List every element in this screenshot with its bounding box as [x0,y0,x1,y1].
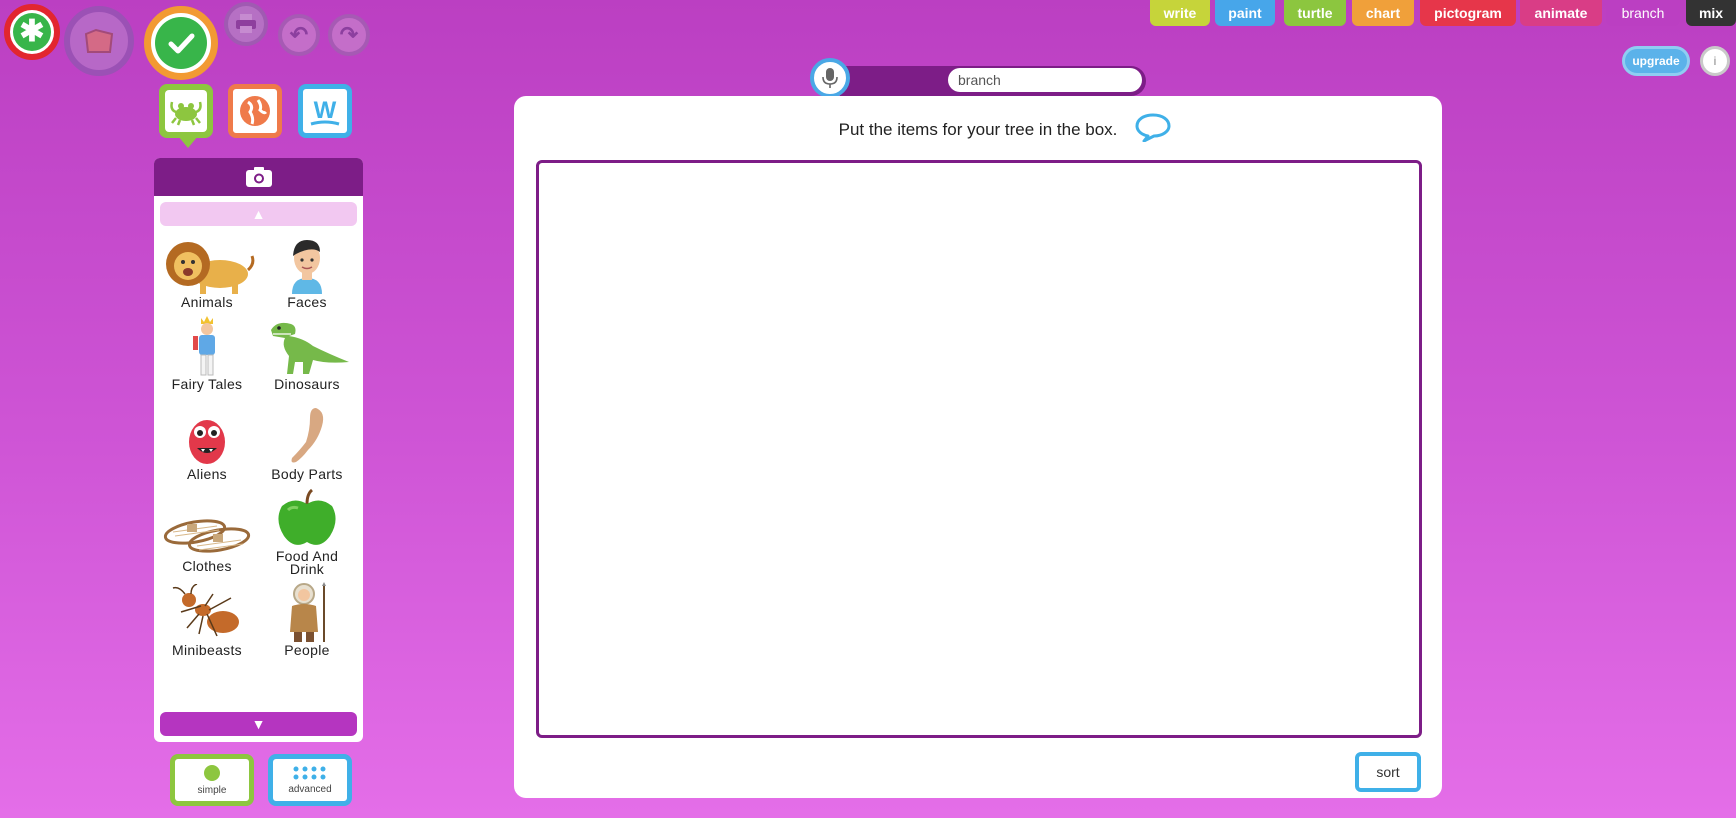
tab-branch[interactable]: branch [1606,0,1680,26]
redo-button[interactable]: ↷ [328,14,370,56]
mode-label: advanced [288,783,332,795]
instruction-text: Put the items for your tree in the box. [838,120,1118,139]
word-tab[interactable]: W [298,84,352,138]
person-icon [290,582,326,642]
tab-paint[interactable]: paint [1215,0,1275,26]
undo-icon: ↶ [289,22,309,47]
undo-button[interactable]: ↶ [278,14,320,56]
mode-label: simple [197,784,227,796]
category-aliens[interactable]: Aliens [157,406,257,481]
svg-text:W: W [314,97,337,124]
microphone-icon [822,68,838,88]
save-button[interactable] [144,6,218,80]
branch-card: Put the items for your tree in the box. … [514,96,1442,798]
search-input[interactable] [948,68,1142,92]
category-clothes[interactable]: Clothes [157,498,257,573]
lion-icon [166,242,255,294]
category-label: Dinosaurs [274,376,340,392]
clipart-panel-header [154,158,363,196]
category-label: Minibeasts [172,642,242,658]
advanced-mode-button[interactable]: advanced [268,754,352,806]
speech-bubble-icon[interactable] [1134,112,1172,142]
globe-icon [240,96,270,126]
category-label: Faces [287,294,327,310]
tab-mix[interactable]: mix [1686,0,1736,26]
clipart-tab[interactable] [159,84,213,138]
ant-icon [172,584,239,637]
info-button[interactable]: i [1700,46,1730,76]
category-food-and-drink[interactable]: Food And Drink [257,488,357,576]
word-art-icon: W [310,97,340,126]
asterisk-icon: ✱ [13,13,51,51]
category-faces[interactable]: Faces [257,234,357,309]
prince-icon [193,316,215,376]
web-tab[interactable] [228,84,282,138]
category-fairy-tales[interactable]: Fairy Tales [157,316,257,391]
scroll-up-button[interactable]: ▲ [160,202,357,226]
category-label: People [284,642,330,658]
tab-write[interactable]: write [1150,0,1210,26]
category-label: Body Parts [271,466,343,482]
print-button[interactable] [224,2,268,46]
checkmark-icon [168,33,195,54]
category-minibeasts[interactable]: Minibeasts [157,582,257,657]
voice-search-button[interactable] [810,58,850,98]
simple-mode-button[interactable]: simple [170,754,254,806]
new-button[interactable]: ✱ [4,4,60,60]
alien-icon [189,420,225,464]
category-label: Food And Drink [275,548,339,577]
dinosaur-icon [271,322,349,374]
category-dinosaurs[interactable]: Dinosaurs [257,316,357,391]
crab-icon [170,101,202,126]
single-dot-icon [204,764,220,781]
tab-turtle[interactable]: turtle [1284,0,1346,26]
folder-icon [84,28,114,53]
sort-button[interactable]: sort [1355,752,1421,792]
scroll-down-button[interactable]: ▼ [160,712,357,736]
category-body-parts[interactable]: Body Parts [257,406,357,481]
redo-icon: ↷ [339,22,359,47]
camera-icon[interactable] [245,166,273,188]
category-label: Fairy Tales [171,376,243,392]
dot-grid-icon [293,766,326,779]
caret-up-icon: ▲ [251,206,266,222]
snowshoes-icon [163,519,251,553]
printer-icon [236,14,256,33]
category-people[interactable]: People [257,582,357,657]
tab-animate[interactable]: animate [1520,0,1602,26]
category-label: Aliens [187,466,227,482]
category-label: Animals [181,294,233,310]
open-button[interactable] [64,6,134,76]
category-label: Clothes [182,558,232,574]
upgrade-button[interactable]: upgrade [1622,46,1690,76]
tab-chart[interactable]: chart [1352,0,1414,26]
caret-down-icon: ▼ [251,716,266,732]
tree-items-box[interactable] [536,160,1422,738]
arm-icon [291,408,324,463]
clipart-panel: ▲ Animals Faces Fairy Tales Dinosaurs Al… [154,158,363,742]
face-icon [292,240,322,294]
tab-pictogram[interactable]: pictogram [1420,0,1516,26]
apple-icon [278,488,336,545]
category-animals[interactable]: Animals [157,234,257,309]
active-tab-pointer [178,136,198,148]
